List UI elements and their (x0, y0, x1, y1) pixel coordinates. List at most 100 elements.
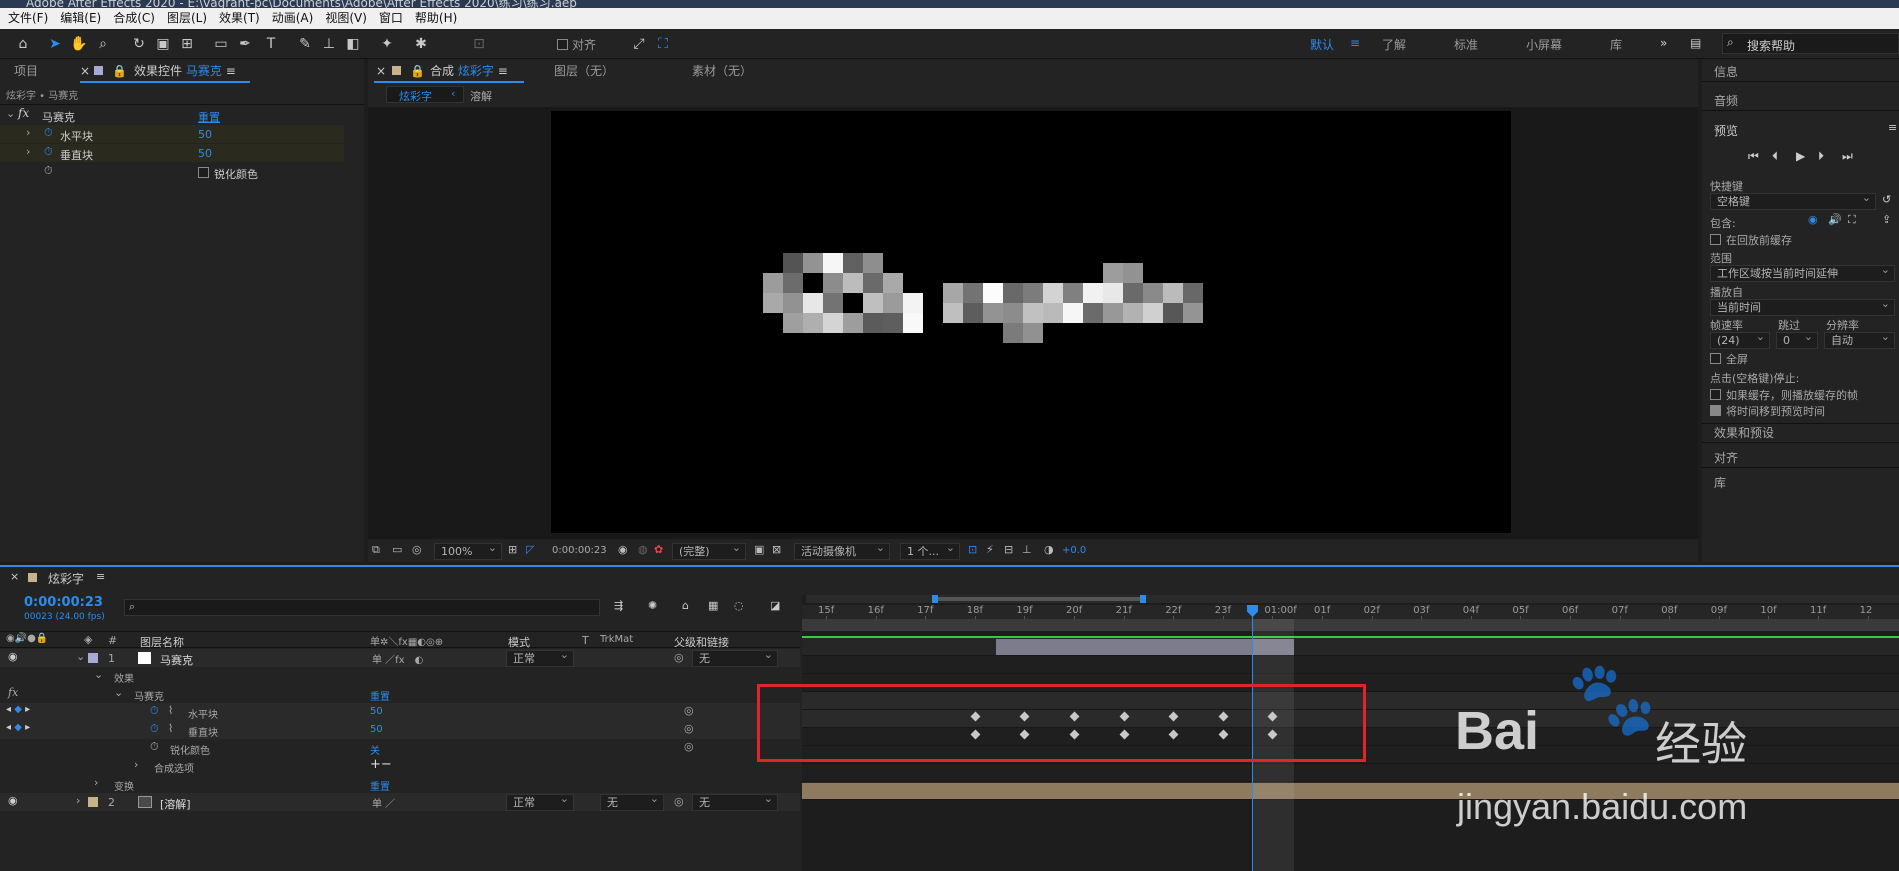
pick-whip-icon[interactable]: ◎ (674, 651, 684, 664)
pan-behind-tool-icon[interactable]: ⊞ (178, 35, 196, 53)
exposure-reset-icon[interactable]: ◑ (1044, 543, 1054, 556)
resolution-dropdown[interactable]: 自动 (1824, 329, 1895, 349)
workspace-learn[interactable]: 了解 (1382, 36, 1406, 53)
effect-reset-button[interactable]: 重置 (370, 688, 390, 703)
audio-toggle-icon[interactable]: 🔊 (1828, 213, 1842, 226)
more-workspaces-icon[interactable]: » (1660, 36, 1667, 50)
sharpen-color-checkbox[interactable] (198, 167, 209, 178)
rectangle-tool-icon[interactable]: ▭ (212, 35, 230, 53)
shortcut-dropdown[interactable]: 空格键 (1710, 190, 1876, 210)
skip-dropdown[interactable]: 0 (1776, 329, 1818, 349)
show-snapshot-icon[interactable]: ◍ (638, 543, 648, 556)
stopwatch-icon[interactable]: ⏱ (44, 126, 53, 140)
chevron-down-icon[interactable]: ⌄ (114, 686, 123, 699)
effect-reset-button[interactable]: 重置 (198, 109, 220, 125)
keyframe-navigator[interactable]: ◂ ◆ ▸ (6, 722, 30, 733)
cache-before-checkbox[interactable] (1710, 234, 1721, 245)
layer-color-label[interactable] (88, 797, 98, 807)
overlay-toggle-icon[interactable]: ⛶ (1848, 213, 1856, 227)
effects-group-row[interactable]: ⌄ 效果 (0, 667, 800, 685)
menu-help[interactable]: 帮助(H) (409, 8, 463, 29)
graph-icon[interactable]: ⌇ (168, 704, 173, 717)
clone-stamp-tool-icon[interactable]: ⊥ (320, 35, 338, 53)
camera-dropdown[interactable]: 活动摄像机 (794, 540, 890, 560)
grid-icon[interactable]: ⛶ (654, 35, 672, 53)
hand-tool-icon[interactable]: ✋ (70, 35, 88, 53)
close-icon[interactable]: × (376, 59, 386, 83)
zoom-tool-icon[interactable]: ⌕ (94, 35, 112, 53)
fx-switch[interactable]: fx (8, 686, 18, 699)
monitor-icon[interactable]: ▭ (392, 543, 402, 556)
close-icon[interactable]: × (80, 59, 90, 83)
chevron-down-icon[interactable]: ⌄ (76, 650, 85, 663)
workspace-standard[interactable]: 标准 (1454, 36, 1478, 53)
sync-settings-icon[interactable]: ▤ (1690, 36, 1701, 50)
stopwatch-icon[interactable]: ⏱ (150, 740, 159, 754)
align-panel-tab[interactable]: 对齐 (1714, 449, 1738, 466)
audio-panel-tab[interactable]: 音频 (1714, 92, 1738, 109)
comp-nav-next[interactable]: 溶解 (470, 88, 492, 104)
next-frame-icon[interactable]: ⏵ (1818, 149, 1824, 164)
draft-3d-icon[interactable]: ✺ (648, 599, 657, 612)
layer-2-name[interactable]: [溶解] (160, 796, 191, 812)
zoom-dropdown[interactable]: 100% (434, 540, 502, 560)
menu-composition[interactable]: 合成(C) (107, 8, 161, 29)
sharpen-value[interactable]: 关 (370, 742, 380, 757)
menu-effect[interactable]: 效果(T) (213, 8, 266, 29)
layer-color-label[interactable] (88, 653, 98, 663)
range-dropdown[interactable]: 工作区域按当前时间延伸 (1710, 262, 1895, 282)
effect-row[interactable]: fx ⌄ 马赛克 重置 (0, 685, 800, 703)
property-row-sharpen[interactable]: ⏱ 锐化颜色 关 ◎ (0, 739, 800, 757)
layer-1-parent-dropdown[interactable]: 无 (692, 647, 778, 667)
chevron-right-icon[interactable]: › (26, 126, 30, 139)
stopwatch-icon[interactable]: ⏱ (44, 145, 53, 159)
menu-window[interactable]: 窗口 (373, 8, 409, 29)
horizontal-blocks-value[interactable]: 50 (370, 706, 383, 717)
layer-1-mode-dropdown[interactable]: 正常 (506, 647, 574, 667)
move-time-checkbox[interactable] (1710, 405, 1721, 416)
property-row-horizontal[interactable]: ◂ ◆ ▸ ⏱ ⌇ 水平块 50 ◎ (0, 703, 800, 721)
pick-whip-icon[interactable]: ◎ (684, 704, 694, 717)
timeline-link-icon[interactable]: ⊟ (1004, 543, 1013, 556)
framerate-dropdown[interactable]: (24) (1710, 329, 1770, 349)
layer-2-parent-dropdown[interactable]: 无 (692, 791, 778, 811)
layer-switches[interactable]: 单 ／ (372, 795, 395, 810)
preview-panel-tab[interactable]: 预览 (1714, 122, 1738, 139)
transform-reset-button[interactable]: 重置 (370, 778, 390, 793)
camera-tool-icon[interactable]: ▣ (154, 35, 172, 53)
menu-layer[interactable]: 图层(L) (161, 8, 213, 29)
pen-tool-icon[interactable]: ✒ (236, 35, 254, 53)
layer-search-input[interactable]: ⌕ (124, 599, 600, 616)
snapshot-icon[interactable]: ◉ (618, 543, 628, 556)
fullscreen-checkbox[interactable] (1710, 353, 1721, 364)
previous-frame-icon[interactable]: ⏴ (1772, 149, 1778, 164)
mask-icon[interactable]: ◎ (412, 543, 422, 556)
chevron-down-icon[interactable]: ⌄ (6, 107, 15, 120)
rotate-tool-icon[interactable]: ↻ (130, 35, 148, 53)
panel-menu-icon[interactable]: ≡ (226, 64, 236, 78)
pick-whip-icon[interactable]: ◎ (684, 740, 694, 753)
keyframe-navigator[interactable]: ◂ ◆ ▸ (6, 704, 30, 715)
grid-overlay-icon[interactable]: ⊞ (508, 543, 517, 556)
effects-presets-tab[interactable]: 效果和预设 (1714, 424, 1774, 441)
viewer-area[interactable] (368, 107, 1698, 539)
align-checkbox[interactable] (557, 39, 568, 50)
horizontal-blocks-value[interactable]: 50 (198, 128, 212, 141)
property-row-vertical[interactable]: ◂ ◆ ▸ ⏱ ⌇ 垂直块 50 ◎ (0, 721, 800, 739)
chevron-down-icon[interactable]: ⌄ (94, 668, 103, 681)
tab-footage[interactable]: 素材（无） (692, 59, 752, 83)
exposure-value[interactable]: +0.0 (1062, 545, 1086, 556)
reset-icon[interactable]: ↺ (1882, 193, 1891, 206)
brush-tool-icon[interactable]: ✎ (296, 35, 314, 53)
viewer-timecode[interactable]: 0:00:00:23 (552, 545, 607, 556)
lock-icon[interactable]: 🔒 (112, 59, 127, 83)
help-search-box[interactable]: ⌕ 搜索帮助 (1722, 33, 1899, 54)
comp-options-row[interactable]: › 合成选项 +− (0, 757, 800, 775)
pick-whip-icon[interactable]: ◎ (674, 795, 684, 808)
stopwatch-icon[interactable]: ⏱ (150, 704, 159, 718)
layer-row-1[interactable]: ◉ ⌄ 1 马赛克 单 ／fx ◐ 正常 ◎ 无 (0, 647, 800, 667)
library-panel-tab[interactable]: 库 (1714, 474, 1726, 491)
timeline-timecode[interactable]: 0:00:00:23 (24, 595, 103, 610)
play-icon[interactable]: ▶ (1796, 149, 1805, 163)
puppet-tool-icon[interactable]: ✱ (412, 35, 430, 53)
